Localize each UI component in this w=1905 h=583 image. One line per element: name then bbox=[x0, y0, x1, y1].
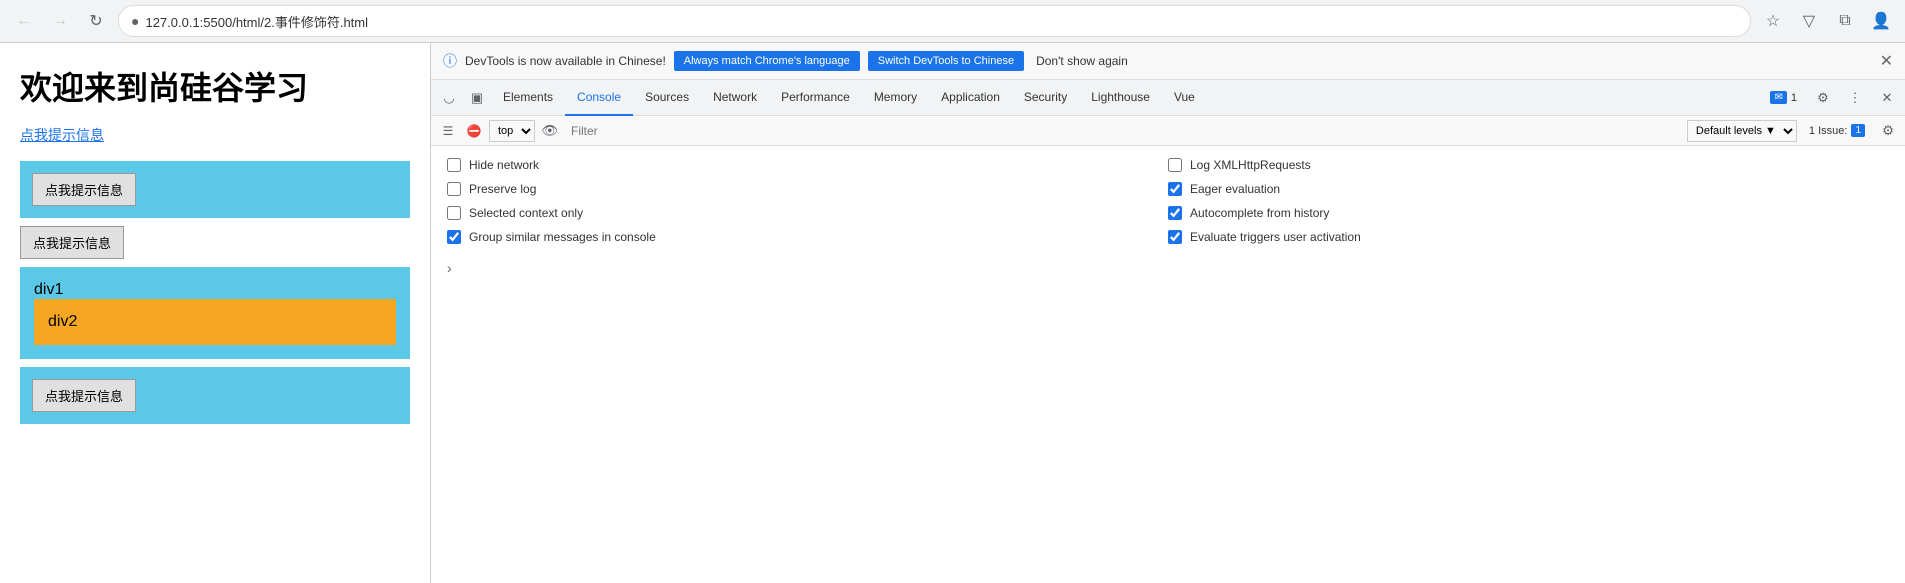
browser-toolbar: ← → ↻ ● 127.0.0.1:5500/html/2.事件修饰符.html… bbox=[0, 0, 1905, 42]
devtools-tabs: ◡ ▣ Elements Console Sources Network Per… bbox=[431, 80, 1905, 116]
devtools-notification: ⓘ DevTools is now available in Chinese! … bbox=[431, 43, 1905, 80]
btn1[interactable]: 点我提示信息 bbox=[32, 173, 136, 206]
group-similar-label: Group similar messages in console bbox=[469, 230, 656, 244]
settings-gear-button[interactable]: ⚙ bbox=[1809, 84, 1837, 112]
option-preserve-log: Preserve log bbox=[447, 182, 1168, 196]
forward-button[interactable]: → bbox=[46, 7, 74, 35]
clear-console-button[interactable]: ☰ bbox=[437, 120, 459, 142]
block-icon-button[interactable]: ⛔ bbox=[463, 120, 485, 142]
back-button[interactable]: ← bbox=[10, 7, 38, 35]
option-log-xmlhttp: Log XMLHttpRequests bbox=[1168, 158, 1889, 172]
options-right: Log XMLHttpRequests Eager evaluation Aut… bbox=[1168, 158, 1889, 244]
chevron-row[interactable]: › bbox=[431, 256, 1905, 280]
hide-network-label: Hide network bbox=[469, 158, 539, 172]
lock-icon: ● bbox=[131, 13, 139, 29]
preserve-log-checkbox[interactable] bbox=[447, 182, 461, 196]
always-match-button[interactable]: Always match Chrome's language bbox=[674, 51, 860, 71]
close-devtools-button[interactable]: ✕ bbox=[1873, 84, 1901, 112]
device-toolbar-button[interactable]: ▣ bbox=[463, 84, 491, 112]
div1-box: div1 div2 bbox=[20, 267, 410, 359]
tab-network[interactable]: Network bbox=[701, 80, 769, 116]
issue-count-badge: 1 bbox=[1851, 124, 1865, 137]
tab-performance[interactable]: Performance bbox=[769, 80, 862, 116]
page-link[interactable]: 点我提示信息 bbox=[20, 125, 410, 145]
extension1-button[interactable]: ▽ bbox=[1795, 7, 1823, 35]
tab-application[interactable]: Application bbox=[929, 80, 1012, 116]
issues-chat-icon: ✉ bbox=[1770, 91, 1786, 104]
filter-input[interactable] bbox=[565, 124, 1683, 138]
selected-context-checkbox[interactable] bbox=[447, 206, 461, 220]
inspect-element-button[interactable]: ◡ bbox=[435, 84, 463, 112]
preserve-log-label: Preserve log bbox=[469, 182, 536, 196]
dont-show-label[interactable]: Don't show again bbox=[1036, 54, 1128, 68]
btn-container-1: 点我提示信息 bbox=[20, 161, 410, 218]
autocomplete-checkbox[interactable] bbox=[1168, 206, 1182, 220]
tab-security[interactable]: Security bbox=[1012, 80, 1079, 116]
profile-button[interactable]: 👤 bbox=[1867, 7, 1895, 35]
info-icon: ⓘ bbox=[443, 51, 457, 71]
tab-console[interactable]: Console bbox=[565, 80, 633, 116]
div2-label: div2 bbox=[48, 313, 77, 330]
issue-label: 1 Issue: bbox=[1809, 125, 1848, 137]
btn-container-3: 点我提示信息 bbox=[20, 367, 410, 424]
autocomplete-label: Autocomplete from history bbox=[1190, 206, 1329, 220]
address-bar[interactable]: ● 127.0.0.1:5500/html/2.事件修饰符.html bbox=[118, 5, 1751, 37]
tab-sources[interactable]: Sources bbox=[633, 80, 701, 116]
eager-eval-label: Eager evaluation bbox=[1190, 182, 1280, 196]
btn-container-2: 点我提示信息 bbox=[20, 226, 410, 259]
console-toolbar: ☰ ⛔ top 👁 Default levels ▼ 1 Issue: 1 ⚙ bbox=[431, 116, 1905, 146]
option-autocomplete: Autocomplete from history bbox=[1168, 206, 1889, 220]
evaluate-triggers-checkbox[interactable] bbox=[1168, 230, 1182, 244]
option-hide-network: Hide network bbox=[447, 158, 1168, 172]
options-left: Hide network Preserve log Selected conte… bbox=[447, 158, 1168, 244]
log-xmlhttp-checkbox[interactable] bbox=[1168, 158, 1182, 172]
eye-icon-button[interactable]: 👁 bbox=[539, 120, 561, 142]
tab-vue[interactable]: Vue bbox=[1162, 80, 1207, 116]
notification-text: DevTools is now available in Chinese! bbox=[465, 54, 666, 68]
issues-count: 1 bbox=[1791, 92, 1797, 104]
console-options: Hide network Preserve log Selected conte… bbox=[431, 146, 1905, 256]
option-evaluate-triggers: Evaluate triggers user activation bbox=[1168, 230, 1889, 244]
issues-badge-btn[interactable]: ✉ 1 bbox=[1762, 89, 1805, 106]
evaluate-triggers-label: Evaluate triggers user activation bbox=[1190, 230, 1361, 244]
context-selector[interactable]: top bbox=[489, 120, 535, 142]
devtools-panel: ⓘ DevTools is now available in Chinese! … bbox=[430, 43, 1905, 583]
devtools-tabs-right: ✉ 1 ⚙ ⋮ ✕ bbox=[1762, 84, 1901, 112]
issue-badge: 1 Issue: 1 bbox=[1801, 122, 1873, 139]
eager-eval-checkbox[interactable] bbox=[1168, 182, 1182, 196]
close-notification-button[interactable]: ✕ bbox=[1880, 51, 1893, 71]
tab-memory[interactable]: Memory bbox=[862, 80, 929, 116]
url-text: 127.0.0.1:5500/html/2.事件修饰符.html bbox=[145, 12, 368, 31]
group-similar-checkbox[interactable] bbox=[447, 230, 461, 244]
console-settings-button[interactable]: ⚙ bbox=[1877, 120, 1899, 142]
option-group-similar: Group similar messages in console bbox=[447, 230, 1168, 244]
page-title: 欢迎来到尚硅谷学习 bbox=[20, 63, 410, 109]
tab-elements[interactable]: Elements bbox=[491, 80, 565, 116]
bookmark-button[interactable]: ☆ bbox=[1759, 7, 1787, 35]
switch-devtools-button[interactable]: Switch DevTools to Chinese bbox=[868, 51, 1024, 71]
option-eager-eval: Eager evaluation bbox=[1168, 182, 1889, 196]
default-levels-selector[interactable]: Default levels ▼ bbox=[1687, 120, 1797, 142]
more-options-button[interactable]: ⋮ bbox=[1841, 84, 1869, 112]
main-content: 欢迎来到尚硅谷学习 点我提示信息 点我提示信息 点我提示信息 div1 div2… bbox=[0, 43, 1905, 583]
selected-context-label: Selected context only bbox=[469, 206, 583, 220]
log-xmlhttp-label: Log XMLHttpRequests bbox=[1190, 158, 1311, 172]
refresh-button[interactable]: ↻ bbox=[82, 7, 110, 35]
btn3[interactable]: 点我提示信息 bbox=[32, 379, 136, 412]
btn2[interactable]: 点我提示信息 bbox=[20, 226, 124, 259]
hide-network-checkbox[interactable] bbox=[447, 158, 461, 172]
div2-box: div2 bbox=[34, 299, 396, 345]
extensions-button[interactable]: ⧉ bbox=[1831, 7, 1859, 35]
browser-actions: ☆ ▽ ⧉ 👤 bbox=[1759, 7, 1895, 35]
tab-lighthouse[interactable]: Lighthouse bbox=[1079, 80, 1162, 116]
div1-label: div1 bbox=[34, 281, 63, 298]
webpage: 欢迎来到尚硅谷学习 点我提示信息 点我提示信息 点我提示信息 div1 div2… bbox=[0, 43, 430, 583]
option-selected-context: Selected context only bbox=[447, 206, 1168, 220]
